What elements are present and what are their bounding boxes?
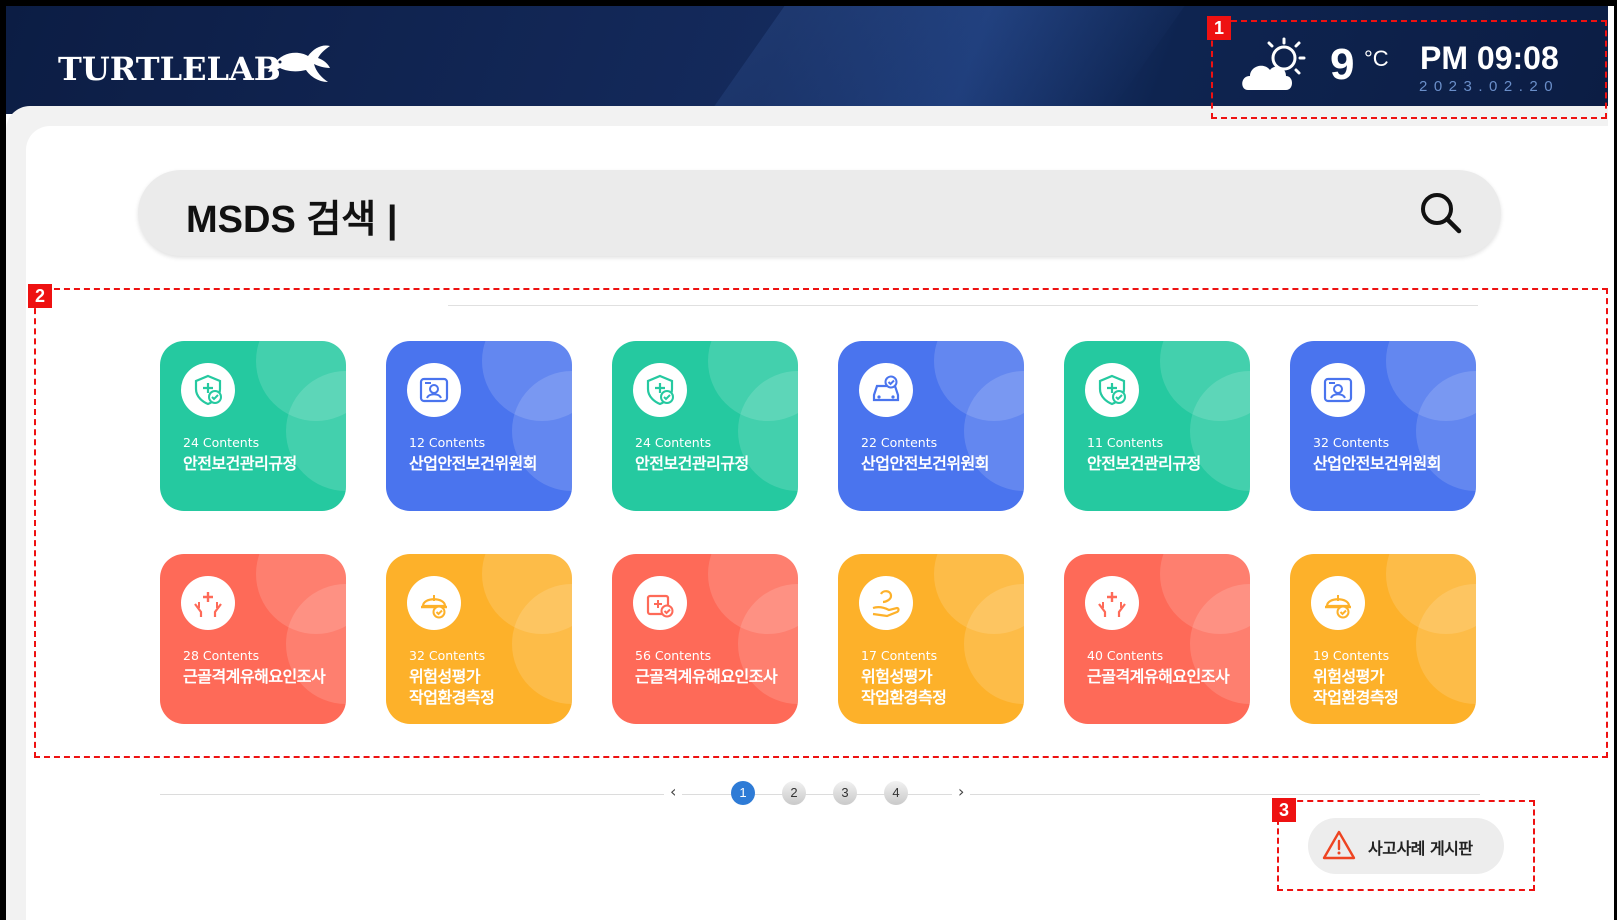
card-title: 안전보건관리규정: [183, 454, 297, 473]
prev-page-button[interactable]: ‹: [664, 782, 683, 801]
category-card[interactable]: 24 Contents 안전보건관리규정: [612, 341, 798, 511]
hands-medical-icon: [1085, 576, 1139, 630]
card-title: 산업안전보건위원회: [409, 454, 537, 473]
header-decoration: [707, 6, 1185, 114]
category-card[interactable]: 56 Contents 근골격계유해요인조사: [612, 554, 798, 724]
hardhat-check-icon: [1311, 576, 1365, 630]
page-button-3[interactable]: 3: [833, 781, 857, 805]
category-card[interactable]: 17 Contents 위험성평가 작업환경측정: [838, 554, 1024, 724]
category-card[interactable]: 32 Contents 위험성평가 작업환경측정: [386, 554, 572, 724]
shield-check-icon: [633, 363, 687, 417]
category-card[interactable]: 24 Contents 안전보건관리규정: [160, 341, 346, 511]
current-date: 2023.02.20: [1419, 78, 1560, 95]
partly-cloudy-icon: [1242, 37, 1306, 90]
card-count: 22 Contents: [861, 435, 938, 450]
accident-board-button[interactable]: 사고사례 게시판: [1308, 818, 1504, 874]
category-card[interactable]: 19 Contents 위험성평가 작업환경측정: [1290, 554, 1476, 724]
hands-medical-icon: [181, 576, 235, 630]
card-title: 위험성평가 작업환경측정: [1313, 667, 1399, 707]
page-button-4[interactable]: 4: [884, 781, 908, 805]
shield-check-icon: [1085, 363, 1139, 417]
category-card[interactable]: 40 Contents 근골격계유해요인조사: [1064, 554, 1250, 724]
temperature-unit: °C: [1364, 46, 1389, 71]
card-count: 32 Contents: [409, 648, 486, 663]
id-card-icon: [1311, 363, 1365, 417]
search-label: MSDS 검색 |: [186, 199, 398, 241]
annotation-label-2: 2: [28, 284, 52, 308]
hand-care-icon: [859, 576, 913, 630]
search-icon[interactable]: [1418, 190, 1464, 236]
card-count: 11 Contents: [1087, 435, 1164, 450]
category-card[interactable]: 12 Contents 산업안전보건위원회: [386, 341, 572, 511]
category-divider: [448, 305, 1478, 306]
pagination-line: [160, 794, 1480, 795]
card-count: 17 Contents: [861, 648, 938, 663]
card-title: 위험성평가 작업환경측정: [409, 667, 495, 707]
card-count: 56 Contents: [635, 648, 712, 663]
id-card-icon: [407, 363, 461, 417]
hardhat-check-icon: [407, 576, 461, 630]
category-card[interactable]: 28 Contents 근골격계유해요인조사: [160, 554, 346, 724]
card-count: 24 Contents: [183, 435, 260, 450]
card-count: 32 Contents: [1313, 435, 1390, 450]
card-title: 근골격계유해요인조사: [183, 667, 326, 686]
page-button-2[interactable]: 2: [782, 781, 806, 805]
card-title: 산업안전보건위원회: [861, 454, 989, 473]
card-title: 근골격계유해요인조사: [1087, 667, 1230, 686]
vehicle-check-icon: [859, 363, 913, 417]
annotation-label-1: 1: [1207, 16, 1231, 40]
next-page-button[interactable]: ›: [952, 782, 971, 801]
card-title: 위험성평가 작업환경측정: [861, 667, 947, 707]
logo-text[interactable]: TURTLELAB: [58, 50, 281, 88]
category-card[interactable]: 22 Contents 산업안전보건위원회: [838, 341, 1024, 511]
card-title: 안전보건관리규정: [635, 454, 749, 473]
shield-check-icon: [181, 363, 235, 417]
annotation-label-3: 3: [1272, 798, 1296, 822]
category-card[interactable]: 32 Contents 산업안전보건위원회: [1290, 341, 1476, 511]
current-time: PM 09:08: [1420, 40, 1559, 76]
category-card[interactable]: 11 Contents 안전보건관리규정: [1064, 341, 1250, 511]
card-count: 28 Contents: [183, 648, 260, 663]
page-button-1[interactable]: 1: [731, 781, 755, 805]
card-title: 산업안전보건위원회: [1313, 454, 1441, 473]
temperature-value: 9: [1330, 40, 1355, 89]
accident-board-label: 사고사례 게시판: [1368, 839, 1473, 858]
card-title: 근골격계유해요인조사: [635, 667, 778, 686]
warning-triangle-icon: [1322, 830, 1356, 860]
card-count: 12 Contents: [409, 435, 486, 450]
card-count: 19 Contents: [1313, 648, 1390, 663]
card-count: 24 Contents: [635, 435, 712, 450]
card-count: 40 Contents: [1087, 648, 1164, 663]
injury-check-icon: [633, 576, 687, 630]
turtle-logo-icon: [268, 45, 330, 82]
card-title: 안전보건관리규정: [1087, 454, 1201, 473]
